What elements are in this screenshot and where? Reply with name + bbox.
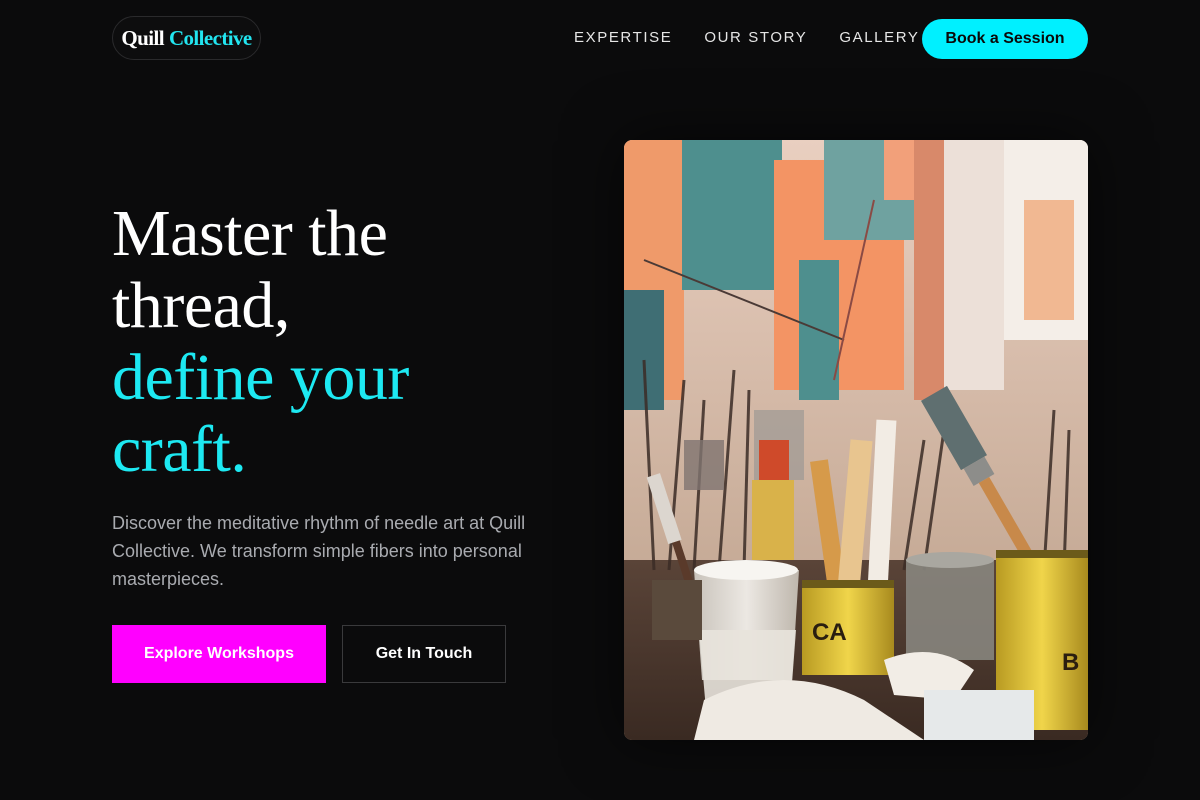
headline-line-2: thread, [112, 269, 290, 342]
headline-line-4: craft. [112, 413, 247, 486]
hero-headline: Master the thread, define your craft. [112, 198, 409, 486]
svg-text:CA: CA [812, 619, 847, 646]
studio-photo-illustration: CA B [624, 140, 1088, 740]
headline-line-3: define your [112, 341, 409, 414]
hero-image: CA B [624, 140, 1088, 740]
nav-link-expertise[interactable]: EXPERTISE [574, 29, 672, 47]
nav-link-our-story[interactable]: OUR STORY [704, 29, 807, 47]
logo-word-quill: Quill [121, 25, 164, 50]
nav-link-gallery[interactable]: GALLERY [839, 29, 919, 47]
book-session-button[interactable]: Book a Session [922, 19, 1088, 59]
logo-word-collective: Collective [168, 25, 252, 50]
hero-description: Discover the meditative rhythm of needle… [112, 513, 526, 589]
headline-line-1: Master the [112, 197, 388, 270]
main-nav: EXPERTISE OUR STORY GALLERY [574, 29, 920, 47]
explore-workshops-button[interactable]: Explore Workshops [112, 625, 326, 683]
svg-text:B: B [1062, 649, 1079, 676]
get-in-touch-button[interactable]: Get In Touch [342, 625, 506, 683]
logo[interactable]: Quill Collective [112, 16, 261, 60]
